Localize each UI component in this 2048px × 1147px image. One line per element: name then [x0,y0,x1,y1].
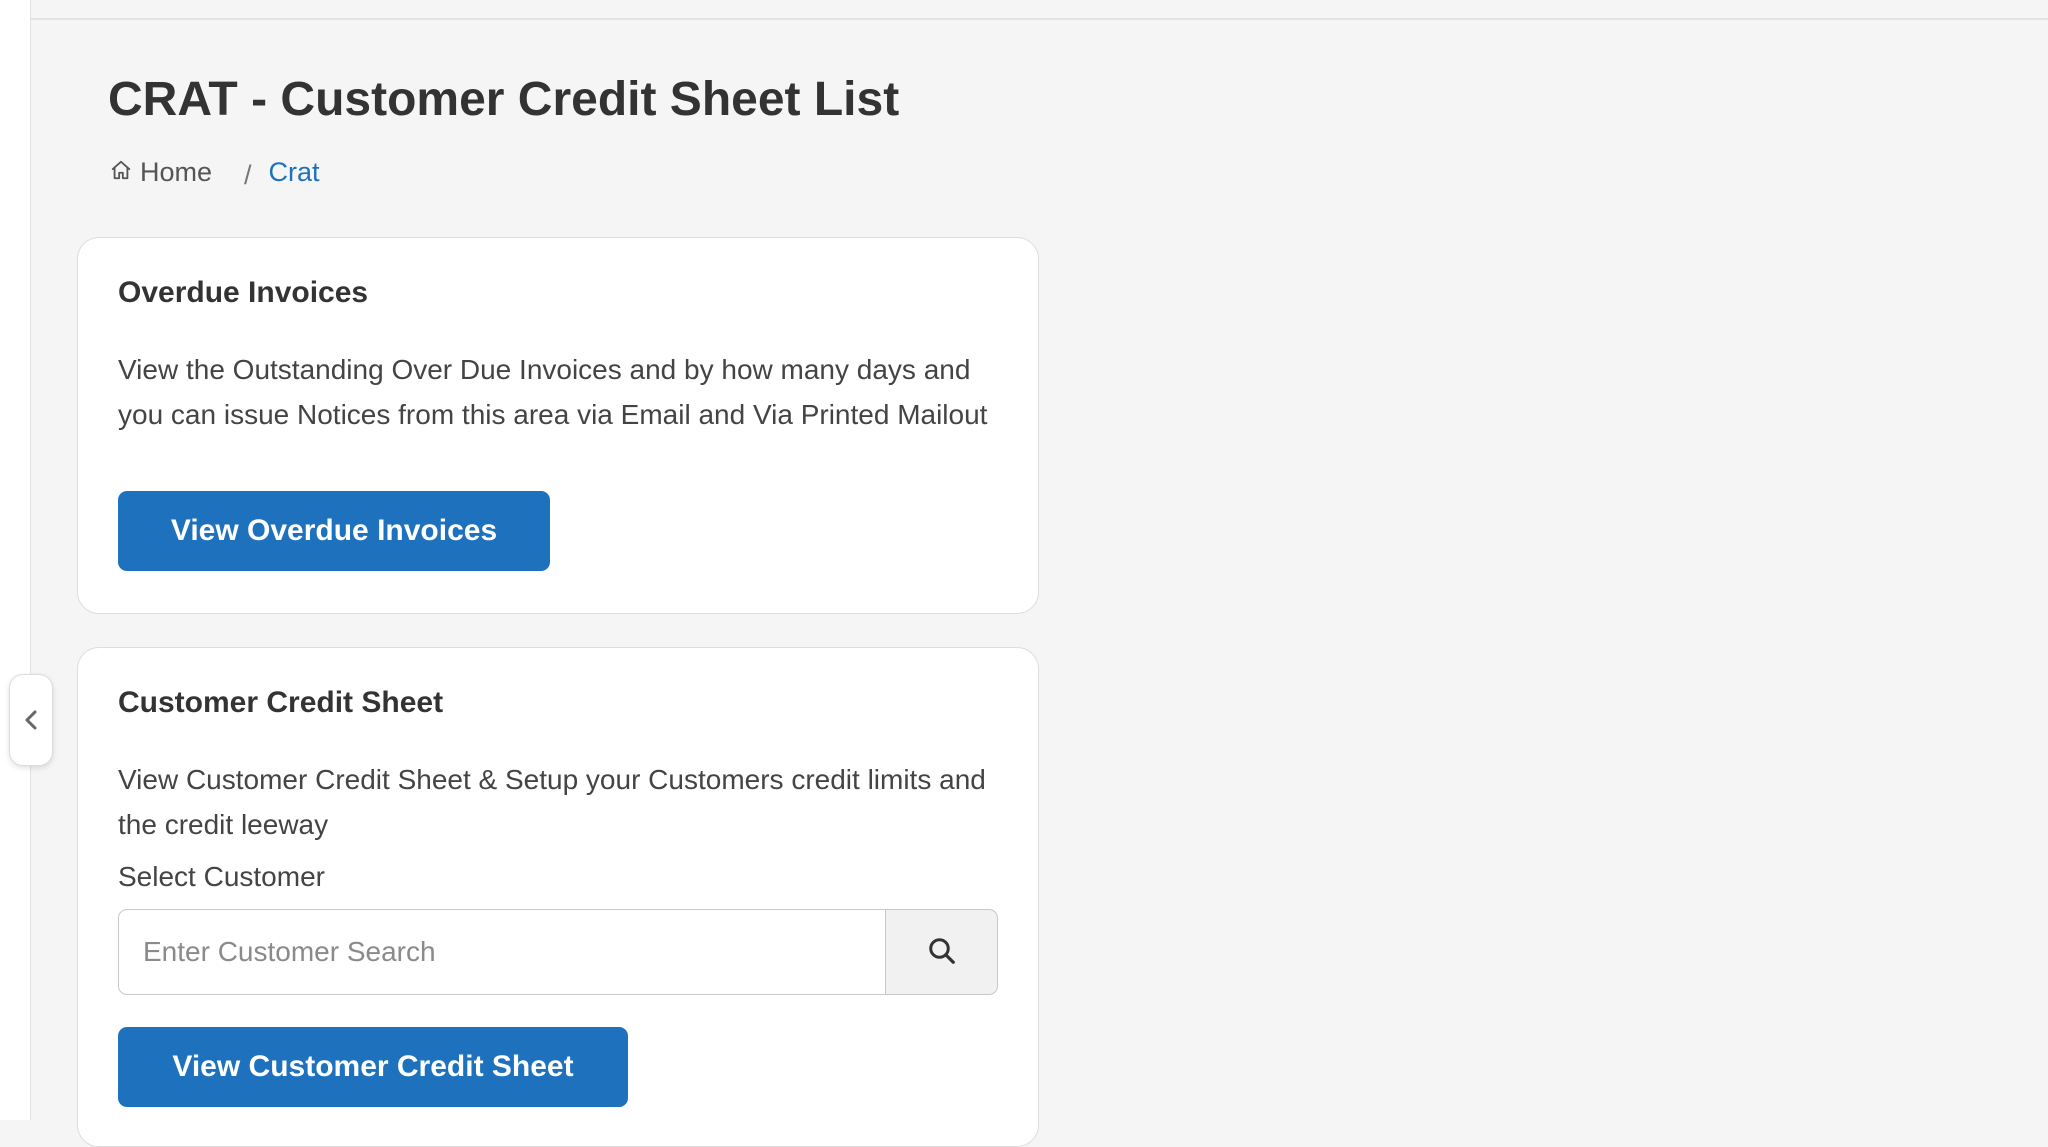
customer-search-button[interactable] [885,909,998,995]
sidebar-collapse-toggle[interactable] [9,674,53,766]
customer-search-input[interactable] [118,909,885,995]
view-overdue-invoices-button[interactable]: View Overdue Invoices [118,491,550,571]
page-title: CRAT - Customer Credit Sheet List [108,73,900,126]
breadcrumb-home-label: Home [140,157,213,187]
view-customer-credit-sheet-button[interactable]: View Customer Credit Sheet [118,1027,628,1107]
select-customer-label: Select Customer [118,861,325,892]
left-sidebar-rail [0,0,31,1120]
home-icon [110,157,140,188]
customer-search-group [118,909,998,995]
overdue-invoices-description: View the Outstanding Over Due Invoices a… [118,354,988,430]
header-divider [31,18,2048,20]
breadcrumb-current-link[interactable]: Crat [269,157,320,188]
breadcrumb: Home / Crat [110,157,320,190]
breadcrumb-separator: / [244,160,252,190]
overdue-invoices-card: Overdue Invoices View the Outstanding Ov… [77,237,1039,614]
overdue-invoices-title: Overdue Invoices [118,276,369,309]
customer-credit-sheet-description: View Customer Credit Sheet & Setup your … [118,764,986,840]
breadcrumb-home-link[interactable]: Home [110,157,212,188]
chevron-left-icon [23,708,39,732]
customer-credit-sheet-card: Customer Credit Sheet View Customer Cred… [77,647,1039,1147]
search-icon [927,936,957,969]
customer-credit-sheet-title: Customer Credit Sheet [118,686,444,719]
